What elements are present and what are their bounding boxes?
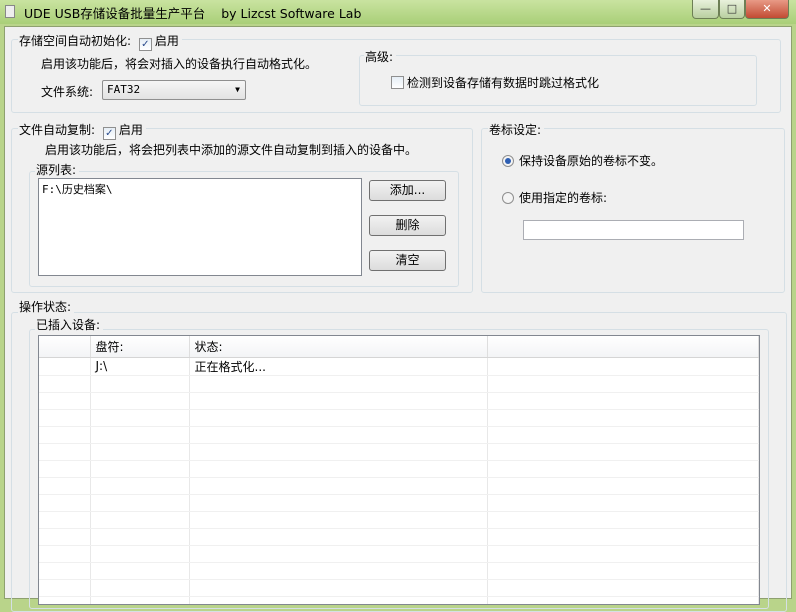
devices-legend: 已插入设备: bbox=[35, 316, 104, 333]
app-icon bbox=[5, 5, 15, 18]
empty-row bbox=[39, 426, 759, 444]
title-bar: UDE USB存储设备批量生产平台 by Lizcst Software Lab… bbox=[0, 0, 796, 24]
empty-row bbox=[39, 409, 759, 427]
empty-row bbox=[39, 375, 759, 393]
empty-row bbox=[39, 545, 759, 563]
clear-button[interactable]: 清空 bbox=[369, 250, 446, 271]
chevron-down-icon: ▼ bbox=[235, 85, 240, 94]
delete-button[interactable]: 删除 bbox=[369, 215, 446, 236]
main-window: 存储空间自动初始化: ✓ 启用 启用该功能后，将会对插入的设备执行自动格式化。 文… bbox=[4, 26, 792, 612]
empty-row bbox=[39, 460, 759, 478]
maximize-button[interactable]: □ bbox=[719, 0, 745, 19]
storage-init-legend: 存储空间自动初始化: ✓ 启用 bbox=[18, 32, 182, 51]
minimize-button[interactable]: — bbox=[692, 0, 719, 19]
empty-row bbox=[39, 392, 759, 410]
custom-volume-input[interactable] bbox=[523, 220, 744, 240]
column-header[interactable] bbox=[487, 336, 759, 358]
keep-volume-radio[interactable]: 保持设备原始的卷标不变。 bbox=[502, 152, 663, 169]
empty-row bbox=[39, 562, 759, 580]
storage-init-checkbox[interactable]: ✓ bbox=[138, 38, 152, 51]
file-system-select[interactable]: FAT32 ▼ bbox=[102, 80, 246, 100]
window-title: UDE USB存储设备批量生产平台 by Lizcst Software Lab bbox=[24, 6, 362, 21]
file-copy-legend: 文件自动复制: ✓ 启用 bbox=[18, 121, 146, 140]
source-item[interactable]: F:\历史档案\ bbox=[42, 181, 358, 197]
skip-format-checkbox[interactable] bbox=[391, 76, 404, 89]
source-list-legend: 源列表: bbox=[35, 161, 80, 178]
devices-table[interactable]: 盘符: 状态: J:\ 正在格式化... bbox=[38, 335, 760, 605]
empty-row bbox=[39, 494, 759, 512]
storage-init-enable-label[interactable]: 启用 bbox=[155, 34, 179, 48]
add-button[interactable]: 添加... bbox=[369, 180, 446, 201]
file-system-label: 文件系统: bbox=[41, 85, 94, 99]
empty-row bbox=[39, 511, 759, 529]
source-listbox[interactable]: F:\历史档案\ bbox=[38, 178, 362, 276]
drive-cell: J:\ bbox=[90, 357, 190, 376]
column-header-status[interactable]: 状态: bbox=[189, 336, 488, 358]
table-header: 盘符: 状态: bbox=[39, 336, 759, 358]
file-copy-description: 启用该功能后，将会把列表中添加的源文件自动复制到插入的设备中。 bbox=[45, 143, 418, 157]
empty-row bbox=[39, 443, 759, 461]
file-copy-checkbox[interactable]: ✓ bbox=[102, 127, 116, 140]
custom-volume-radio[interactable]: 使用指定的卷标: bbox=[502, 189, 607, 206]
status-cell: 正在格式化... bbox=[189, 357, 488, 376]
storage-init-description: 启用该功能后，将会对插入的设备执行自动格式化。 bbox=[41, 57, 318, 71]
table-row[interactable]: J:\ 正在格式化... bbox=[39, 357, 759, 376]
empty-row bbox=[39, 477, 759, 495]
empty-row bbox=[39, 596, 759, 604]
skip-format-option[interactable]: 检测到设备存储有数据时跳过格式化 bbox=[391, 74, 599, 91]
advanced-legend: 高级: bbox=[364, 48, 397, 65]
empty-row bbox=[39, 528, 759, 546]
close-button[interactable]: ✕ bbox=[745, 0, 789, 19]
column-header[interactable] bbox=[39, 336, 91, 358]
volume-legend: 卷标设定: bbox=[488, 121, 545, 138]
status-legend: 操作状态: bbox=[18, 298, 75, 315]
file-copy-enable-label[interactable]: 启用 bbox=[119, 123, 143, 137]
column-header-drive[interactable]: 盘符: bbox=[90, 336, 190, 358]
empty-row bbox=[39, 579, 759, 597]
